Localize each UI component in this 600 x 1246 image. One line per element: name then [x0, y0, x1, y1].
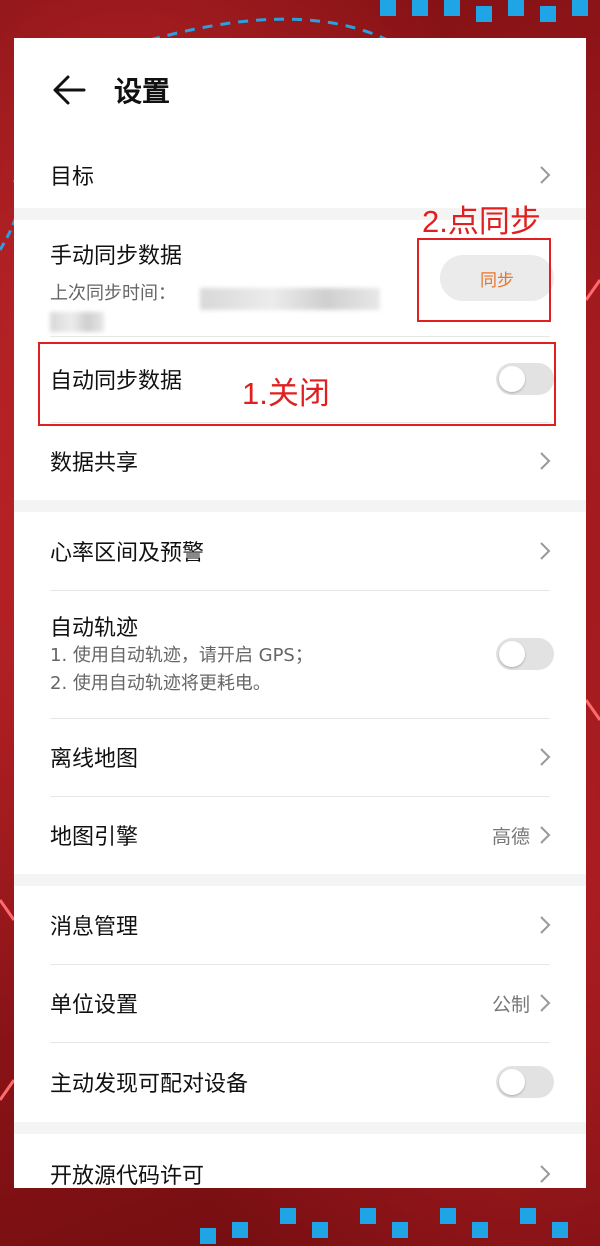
- row-units[interactable]: 单位设置 公制: [14, 964, 586, 1042]
- row-offline-map[interactable]: 离线地图: [14, 718, 586, 796]
- toggle-knob: [499, 641, 525, 667]
- auto-track-hint-2: 2. 使用自动轨迹将更耗电。: [50, 673, 271, 694]
- header: 设置: [14, 38, 586, 142]
- group-sport: 心率区间及预警 自动轨迹 1. 使用自动轨迹，请开启 GPS； 2. 使用自动轨…: [14, 512, 586, 874]
- row-label: 自动轨迹: [50, 616, 139, 641]
- row-label: 地图引擎: [50, 825, 139, 850]
- units-value: 公制: [491, 993, 530, 1016]
- chevron-right-icon: [540, 916, 551, 934]
- auto-track-toggle[interactable]: [496, 638, 554, 670]
- row-data-share[interactable]: 数据共享: [14, 422, 586, 500]
- chevron-right-icon: [540, 994, 551, 1012]
- row-auto-track: 自动轨迹 1. 使用自动轨迹，请开启 GPS； 2. 使用自动轨迹将更耗电。: [14, 590, 586, 718]
- map-engine-value: 高德: [491, 825, 530, 848]
- row-messages[interactable]: 消息管理: [14, 886, 586, 964]
- blurred-timestamp-2: [50, 312, 104, 332]
- back-arrow-icon[interactable]: [52, 73, 86, 107]
- row-label: 手动同步数据: [50, 244, 183, 269]
- auto-track-hint-1: 1. 使用自动轨迹，请开启 GPS；: [50, 645, 313, 666]
- row-heart-rate[interactable]: 心率区间及预警: [14, 512, 586, 590]
- discover-toggle[interactable]: [496, 1066, 554, 1098]
- annotation-box-sync: [417, 238, 551, 322]
- chevron-right-icon: [540, 542, 551, 560]
- row-label: 目标: [50, 165, 95, 190]
- row-label: 主动发现可配对设备: [50, 1072, 249, 1097]
- row-discover: 主动发现可配对设备: [14, 1042, 586, 1122]
- row-map-engine[interactable]: 地图引擎 高德: [14, 796, 586, 874]
- group-about: 开放源代码许可: [14, 1134, 586, 1188]
- chevron-right-icon: [540, 826, 551, 844]
- chevron-right-icon: [540, 1165, 551, 1183]
- annotation-step1: 1.关闭: [242, 376, 330, 411]
- row-label: 单位设置: [50, 993, 139, 1018]
- chevron-right-icon: [540, 452, 551, 470]
- row-label: 开放源代码许可: [50, 1164, 205, 1188]
- page-title: 设置: [114, 75, 171, 108]
- row-label: 消息管理: [50, 915, 139, 940]
- toggle-knob: [499, 1069, 525, 1095]
- chevron-right-icon: [540, 166, 551, 184]
- row-label: 数据共享: [50, 451, 139, 476]
- last-sync-label: 上次同步时间：: [50, 283, 176, 304]
- blurred-timestamp: [200, 288, 380, 310]
- annotation-step2: 2.点同步: [422, 204, 541, 239]
- row-label: 心率区间及预警: [50, 541, 205, 566]
- row-open-source[interactable]: 开放源代码许可: [14, 1134, 586, 1188]
- chevron-right-icon: [540, 748, 551, 766]
- row-label: 离线地图: [50, 747, 139, 772]
- group-general: 消息管理 单位设置 公制 主动发现可配对设备: [14, 886, 586, 1122]
